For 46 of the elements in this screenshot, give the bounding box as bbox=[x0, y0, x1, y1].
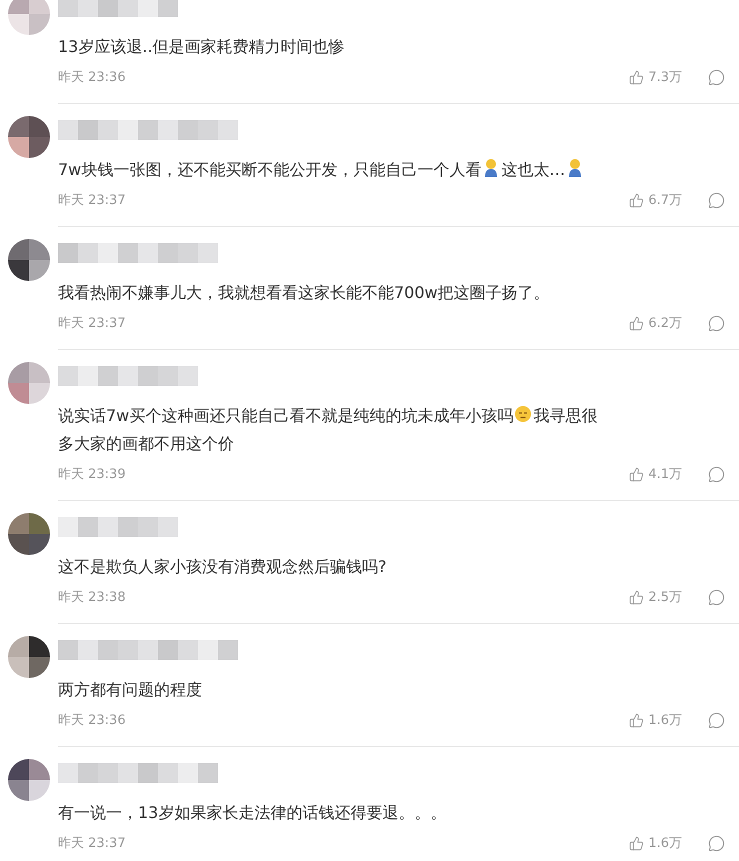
comment-text: 这不是欺负人家小孩没有消费观念然后骗钱吗? bbox=[58, 557, 386, 576]
like-button[interactable]: 6.2万 bbox=[629, 314, 682, 332]
comment-text: 两方都有问题的程度 bbox=[58, 680, 202, 699]
comment-text: 说实话7w买个这种画还只能自己看不就是纯纯的坑未成年小孩吗 bbox=[58, 406, 514, 425]
avatar bbox=[8, 513, 50, 555]
comment-text: 我寻思很 bbox=[533, 406, 598, 425]
thumbs-up-icon bbox=[629, 712, 644, 728]
thumbs-up-icon bbox=[629, 192, 644, 208]
reply-icon[interactable] bbox=[708, 588, 725, 606]
comment-time: 昨天 23:36 bbox=[58, 712, 127, 729]
comment-time: 昨天 23:38 bbox=[58, 589, 127, 606]
reply-icon[interactable] bbox=[708, 192, 725, 208]
comment-time: 昨天 23:37 bbox=[58, 835, 127, 852]
thumbs-up-icon bbox=[629, 316, 644, 330]
avatar bbox=[8, 362, 50, 404]
thumbs-up-icon bbox=[629, 836, 644, 850]
like-button[interactable]: 1.6万 bbox=[629, 711, 682, 729]
comment-time: 昨天 23:37 bbox=[58, 192, 127, 209]
avatar bbox=[8, 116, 50, 158]
like-button[interactable]: 6.7万 bbox=[629, 191, 682, 209]
comment-time: 昨天 23:36 bbox=[58, 69, 127, 86]
comment-text: 我看热闹不嫌事儿大，我就想看看这家长能不能700w把这圈子扬了。 bbox=[58, 283, 550, 302]
comment-time: 昨天 23:39 bbox=[58, 466, 127, 483]
comment-text: 多大家的画都不用这个价 bbox=[58, 434, 234, 453]
like-button[interactable]: 4.1万 bbox=[629, 465, 682, 483]
like-button[interactable]: 7.3万 bbox=[629, 68, 682, 86]
reply-icon[interactable] bbox=[708, 712, 725, 728]
reply-icon[interactable] bbox=[708, 68, 725, 86]
avatar bbox=[8, 239, 50, 281]
face-icon bbox=[514, 404, 532, 424]
like-button[interactable]: 1.6万 bbox=[629, 834, 682, 852]
reply-icon[interactable] bbox=[708, 834, 725, 852]
thumbs-up-icon bbox=[629, 590, 644, 604]
comment-text: 7w块钱一张图，还不能买断不能公开发，只能自己一个人看 bbox=[58, 160, 482, 179]
avatar bbox=[8, 0, 50, 35]
avatar bbox=[8, 636, 50, 678]
reply-icon[interactable] bbox=[708, 466, 725, 482]
thumbs-up-icon bbox=[629, 70, 644, 84]
avatar bbox=[8, 759, 50, 801]
comment-text: 13岁应该退..但是画家耗费精力时间也惨 bbox=[58, 37, 345, 56]
thumbs-up-icon bbox=[629, 466, 644, 482]
reply-icon[interactable] bbox=[708, 314, 725, 332]
comment-time: 昨天 23:37 bbox=[58, 315, 127, 332]
like-button[interactable]: 2.5万 bbox=[629, 588, 682, 606]
comment-text: 这也太… bbox=[501, 160, 566, 179]
comment-text: 有一说一，13岁如果家长走法律的话钱还得要退。。。 bbox=[58, 803, 446, 822]
